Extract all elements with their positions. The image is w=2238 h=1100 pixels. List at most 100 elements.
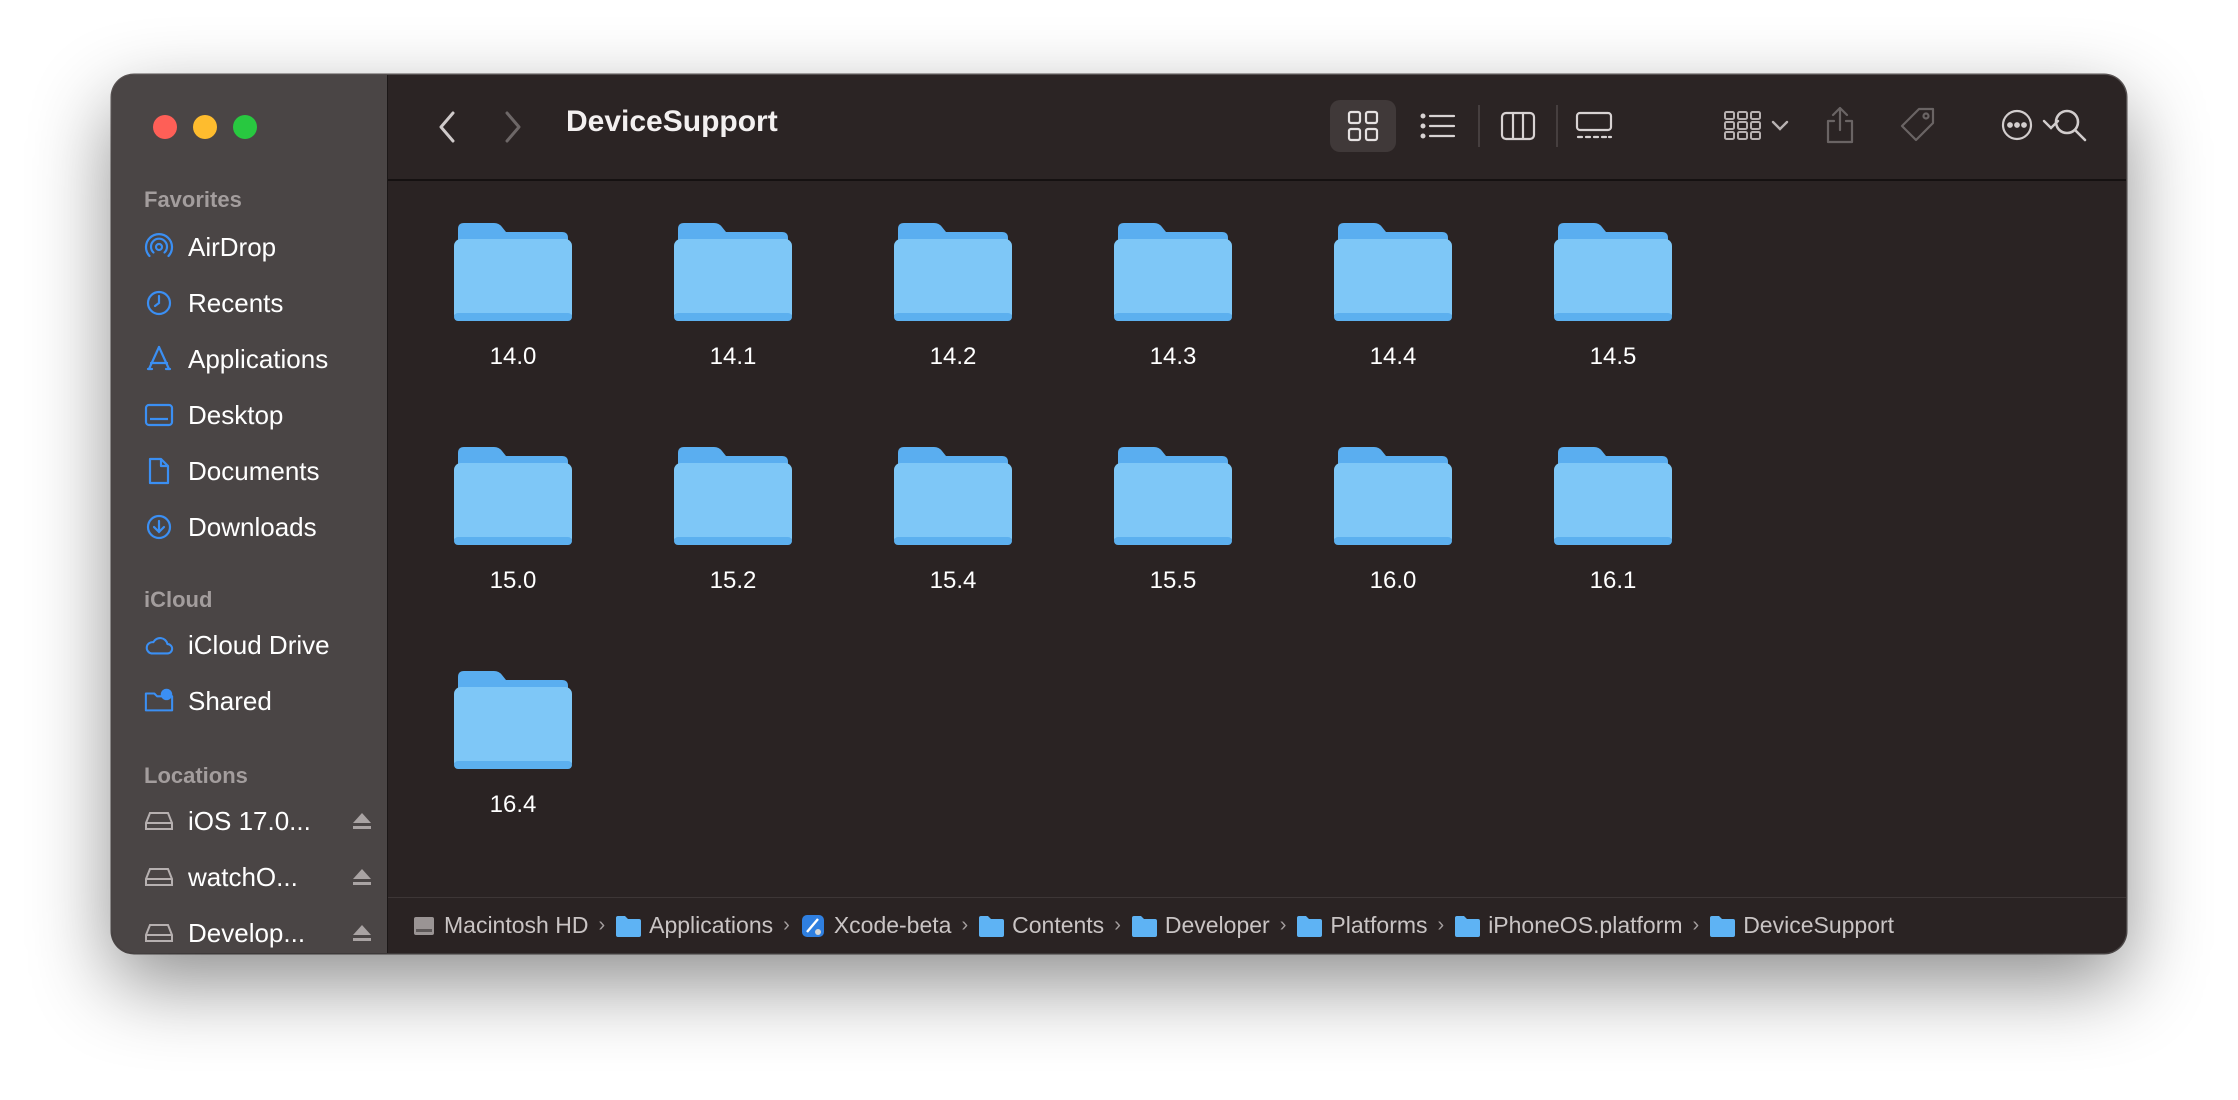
file-grid: 14.0 14.1 14.2 14.3 14.4 14.5 15.0 15.2 15.4 15.5…	[388, 181, 2126, 897]
list-view-button[interactable]	[1408, 100, 1468, 152]
tag-icon	[1900, 107, 1935, 142]
document-icon	[144, 456, 174, 486]
folder-icon	[1554, 223, 1672, 321]
path-separator: ›	[598, 914, 606, 936]
sidebar-item-label: Downloads	[188, 511, 317, 542]
sidebar-item-recents[interactable]: Recents	[144, 281, 374, 325]
sidebar-item-downloads[interactable]: Downloads	[144, 505, 374, 549]
icon-view-button[interactable]	[1330, 100, 1396, 152]
folder-item[interactable]: 14.0	[428, 221, 598, 401]
share-button[interactable]	[1814, 99, 1866, 151]
airdrop-icon	[144, 232, 174, 262]
folder-item[interactable]: 15.4	[868, 445, 1038, 625]
path-item[interactable]: Developer	[1131, 912, 1270, 939]
ellipsis-circle-icon	[2001, 109, 2033, 141]
tag-button[interactable]	[1892, 99, 1944, 151]
folder-item[interactable]: 15.5	[1088, 445, 1258, 625]
eject-icon[interactable]	[350, 809, 374, 833]
sidebar-item-shared[interactable]: Shared	[144, 679, 374, 723]
folder-icon	[1334, 447, 1452, 545]
path-item[interactable]: Macintosh HD	[412, 912, 588, 939]
folder-icon	[1455, 915, 1481, 937]
search-button[interactable]	[2044, 99, 2096, 151]
folder-label: 16.1	[1589, 567, 1637, 594]
folder-item[interactable]: 14.3	[1088, 221, 1258, 401]
path-item[interactable]: Platforms	[1296, 912, 1428, 939]
shared-folder-icon	[144, 686, 174, 716]
folder-item[interactable]: 14.4	[1308, 221, 1478, 401]
disk-icon	[144, 862, 174, 892]
folder-icon	[894, 447, 1012, 545]
sidebar-section-favorites: Favorites	[144, 187, 242, 212]
applications-icon	[144, 344, 174, 374]
folder-item[interactable]: 16.4	[428, 669, 598, 849]
folder-icon	[454, 223, 572, 321]
folder-label: 14.3	[1149, 343, 1197, 370]
folder-label: 14.2	[929, 343, 977, 370]
toolbar: DeviceSupport	[388, 75, 2126, 181]
sidebar-item-label: Desktop	[188, 399, 284, 430]
sidebar-item-location-watchos[interactable]: watchO...	[144, 855, 374, 899]
column-view-button[interactable]	[1488, 100, 1548, 152]
eject-icon[interactable]	[350, 921, 374, 945]
path-bar: Macintosh HD › Applications › Xcode-beta › Con…	[388, 897, 2126, 953]
path-item-label: iPhoneOS.platform	[1488, 912, 1683, 938]
minimize-button[interactable]	[193, 115, 217, 139]
folder-icon	[674, 223, 792, 321]
path-separator: ›	[1692, 914, 1700, 936]
sidebar-item-location-ios[interactable]: iOS 17.0...	[144, 799, 374, 843]
chevron-left-icon	[439, 111, 455, 143]
share-icon	[1826, 106, 1854, 144]
eject-icon[interactable]	[350, 865, 374, 889]
back-button[interactable]	[430, 105, 464, 149]
search-icon	[2054, 109, 2087, 142]
folder-item[interactable]: 16.1	[1528, 445, 1698, 625]
folder-icon	[1334, 223, 1452, 321]
window-title: DeviceSupport	[566, 105, 778, 138]
path-item[interactable]: DeviceSupport	[1709, 912, 1894, 939]
folder-item[interactable]: 15.2	[648, 445, 818, 625]
close-button[interactable]	[153, 115, 177, 139]
path-item[interactable]: Applications	[615, 912, 773, 939]
sidebar-item-applications[interactable]: Applications	[144, 337, 374, 381]
sidebar-item-label: Documents	[188, 455, 320, 486]
path-separator: ›	[783, 914, 790, 936]
sidebar-item-location-developer[interactable]: Develop...	[144, 911, 374, 953]
forward-button[interactable]	[496, 105, 530, 149]
sidebar-item-documents[interactable]: Documents	[144, 449, 374, 493]
path-item[interactable]: iPhoneOS.platform	[1454, 912, 1683, 939]
hard-drive-icon	[414, 916, 434, 935]
toolbar-separator	[1478, 105, 1480, 147]
finder-window: Favorites AirDrop Recents Applications D…	[112, 75, 2126, 953]
sidebar-item-icloud-drive[interactable]: iCloud Drive	[144, 623, 374, 667]
zoom-button[interactable]	[233, 115, 257, 139]
path-separator: ›	[1279, 914, 1287, 936]
group-by-button[interactable]	[1714, 100, 1798, 152]
chevron-down-icon	[1771, 120, 1789, 131]
folder-item[interactable]: 14.2	[868, 221, 1038, 401]
folder-icon	[1131, 915, 1157, 937]
path-item-label: DeviceSupport	[1743, 912, 1895, 938]
gallery-view-button[interactable]	[1564, 100, 1624, 152]
path-item-label: Applications	[649, 912, 774, 938]
path-item[interactable]: Xcode-beta	[800, 912, 951, 939]
folder-icon	[454, 671, 572, 769]
folder-label: 14.0	[489, 343, 537, 370]
sidebar-item-airdrop[interactable]: AirDrop	[144, 225, 374, 269]
folder-label: 14.1	[709, 343, 757, 370]
path-item[interactable]: Contents	[978, 912, 1104, 939]
path-separator: ›	[1114, 914, 1121, 936]
gallery-icon	[1575, 111, 1613, 139]
sidebar-item-label: watchO...	[188, 861, 298, 892]
folder-label: 15.2	[709, 567, 757, 594]
folder-label: 16.0	[1369, 567, 1417, 594]
folder-item[interactable]: 14.1	[648, 221, 818, 401]
sidebar: Favorites AirDrop Recents Applications D…	[112, 75, 388, 953]
folder-icon	[894, 223, 1012, 321]
folder-label: 15.0	[489, 567, 537, 594]
folder-item[interactable]: 14.5	[1528, 221, 1698, 401]
folder-item[interactable]: 15.0	[428, 445, 598, 625]
folder-item[interactable]: 16.0	[1308, 445, 1478, 625]
sidebar-item-desktop[interactable]: Desktop	[144, 393, 374, 437]
folder-icon	[454, 447, 572, 545]
